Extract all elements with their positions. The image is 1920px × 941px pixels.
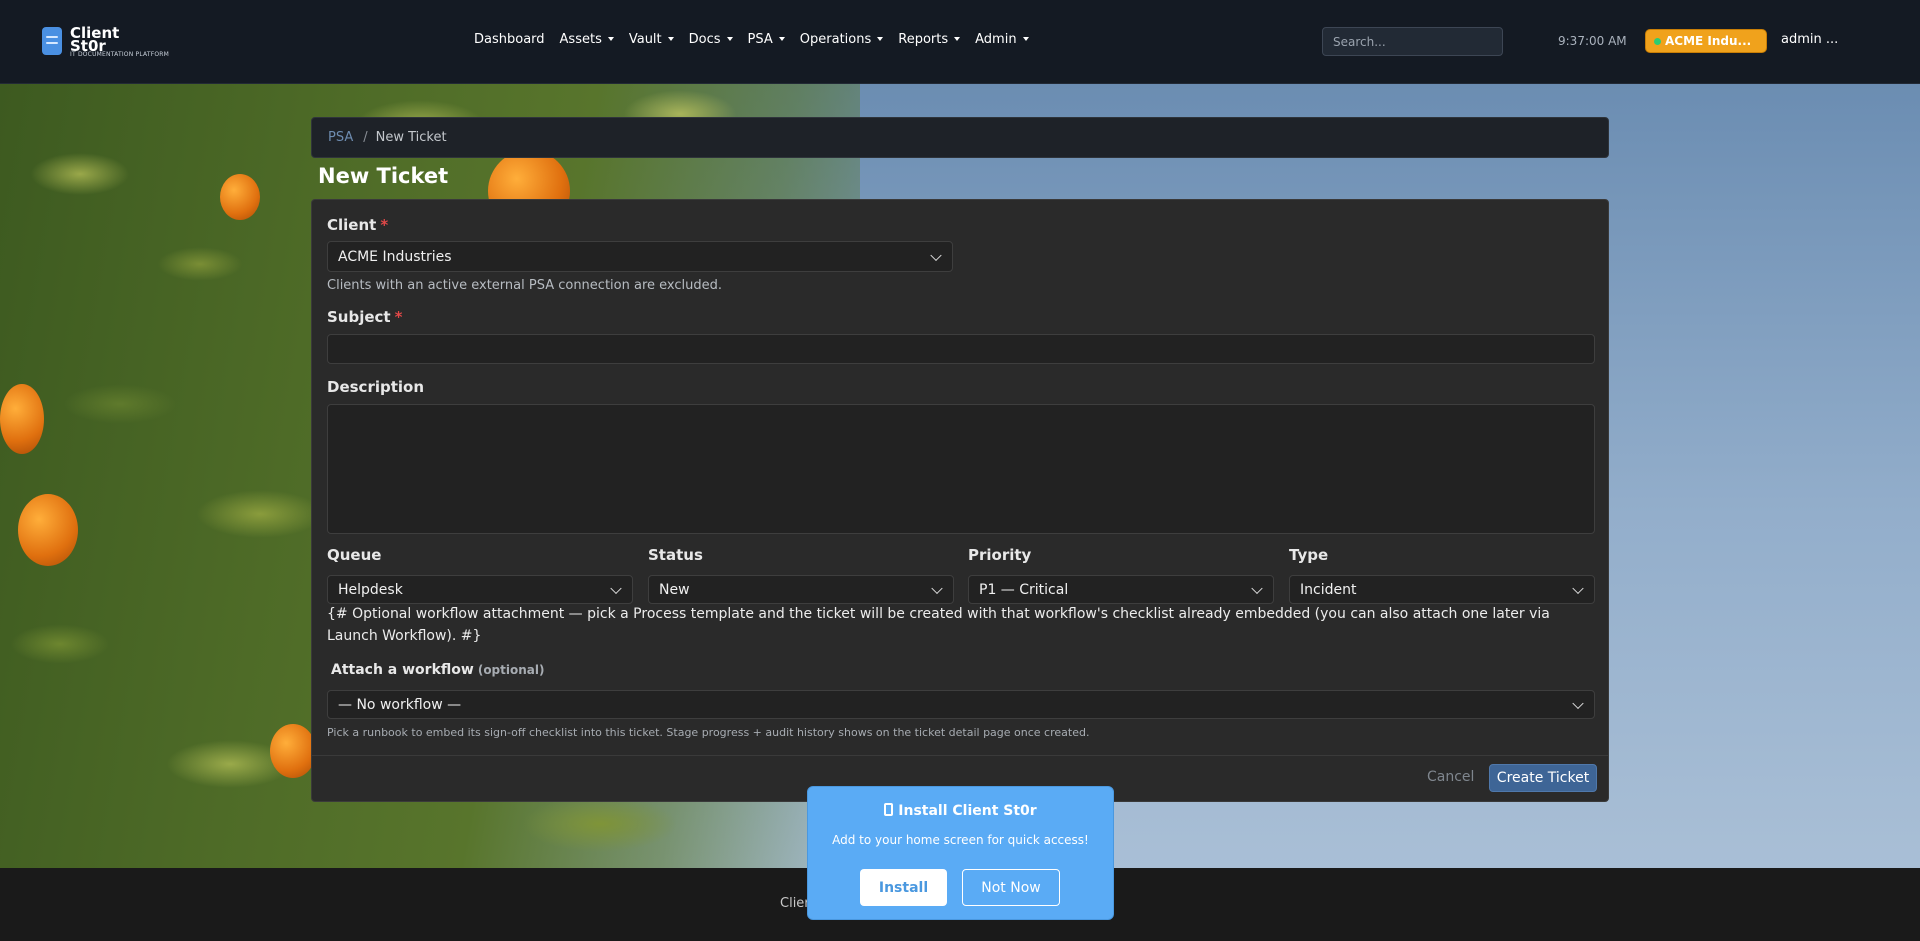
nav-vault[interactable]: Vault	[629, 32, 674, 47]
subject-label: Subject *	[327, 308, 403, 326]
caret-down-icon	[1022, 37, 1029, 41]
install-app-prompt: Install Client St0r Add to your home scr…	[807, 786, 1114, 920]
workflow-select[interactable]: — No workflow —	[327, 690, 1595, 719]
brand-name: Client St0r	[70, 26, 130, 54]
workflow-label: Attach a workflow (optional)	[331, 662, 545, 678]
queue-select[interactable]: Helpdesk	[327, 575, 633, 604]
client-select-value: ACME Industries	[338, 248, 452, 265]
chevron-down-icon	[931, 582, 943, 594]
clock: 9:37:00 AM	[1558, 34, 1627, 48]
brand-tagline: IT DOCUMENTATION PLATFORM	[70, 51, 170, 58]
queue-select-value: Helpdesk	[338, 581, 403, 598]
description-label: Description	[327, 378, 425, 396]
orange-fruit	[220, 174, 260, 220]
caret-down-icon	[726, 37, 733, 41]
required-mark: *	[394, 308, 403, 326]
breadcrumb-separator: /	[363, 130, 368, 145]
page-title: New Ticket	[318, 164, 449, 188]
type-select[interactable]: Incident	[1289, 575, 1595, 604]
client-select[interactable]: ACME Industries	[327, 241, 953, 272]
nav-operations[interactable]: Operations	[800, 32, 884, 47]
brand[interactable]: Client St0r IT DOCUMENTATION PLATFORM	[42, 26, 169, 58]
status-select[interactable]: New	[648, 575, 954, 604]
install-prompt-title: Install Client St0r	[808, 803, 1113, 819]
required-mark: *	[380, 216, 389, 234]
nav-admin[interactable]: Admin	[975, 32, 1029, 47]
chevron-down-icon	[610, 582, 622, 594]
caret-down-icon	[954, 37, 961, 41]
status-dot-icon	[1654, 37, 1661, 45]
client-help-text: Clients with an active external PSA conn…	[327, 278, 723, 293]
tenant-switcher[interactable]: ACME Indu...	[1645, 29, 1767, 53]
footer-text-left: Clier	[780, 896, 810, 911]
subject-input[interactable]	[327, 334, 1595, 364]
caret-down-icon	[667, 37, 674, 41]
caret-down-icon	[877, 37, 884, 41]
nav-reports[interactable]: Reports	[898, 32, 961, 47]
nav-psa[interactable]: PSA	[748, 32, 785, 47]
not-now-button[interactable]: Not Now	[962, 869, 1060, 906]
chevron-down-icon	[1572, 582, 1584, 594]
search-input[interactable]	[1322, 27, 1503, 56]
top-navbar: Client St0r IT DOCUMENTATION PLATFORM Da…	[0, 0, 1920, 84]
workflow-select-value: — No workflow —	[338, 696, 462, 713]
chevron-down-icon	[1251, 582, 1263, 594]
create-ticket-button[interactable]: Create Ticket	[1489, 764, 1597, 792]
caret-down-icon	[607, 37, 614, 41]
type-select-value: Incident	[1300, 581, 1357, 598]
priority-label: Priority	[968, 546, 1032, 564]
breadcrumb-current: New Ticket	[375, 130, 447, 145]
status-label: Status	[648, 546, 703, 564]
breadcrumb: PSA / New Ticket	[311, 117, 1609, 158]
orange-fruit	[18, 494, 78, 566]
optional-hint: (optional)	[477, 663, 545, 677]
new-ticket-form: Client * ACME Industries Clients with an …	[311, 199, 1609, 802]
user-menu[interactable]: admin ...	[1781, 32, 1838, 47]
nav-dashboard[interactable]: Dashboard	[474, 32, 545, 47]
priority-select[interactable]: P1 — Critical	[968, 575, 1274, 604]
caret-down-icon	[778, 37, 785, 41]
mobile-phone-icon	[884, 803, 894, 816]
description-textarea[interactable]	[327, 404, 1595, 534]
cancel-button[interactable]: Cancel	[1427, 769, 1474, 785]
tenant-label: ACME Indu...	[1665, 34, 1752, 48]
main-nav: Dashboard Assets Vault Docs PSA Operatio…	[474, 32, 1044, 47]
chevron-down-icon	[1572, 697, 1584, 709]
breadcrumb-psa-link[interactable]: PSA	[328, 130, 353, 145]
type-label: Type	[1289, 546, 1329, 564]
install-button[interactable]: Install	[860, 869, 947, 906]
nav-docs[interactable]: Docs	[689, 32, 733, 47]
client-label: Client *	[327, 216, 389, 234]
status-select-value: New	[659, 581, 690, 598]
logo-icon	[42, 27, 62, 55]
template-comment-text: {# Optional workflow attachment — pick a…	[327, 606, 1550, 644]
priority-select-value: P1 — Critical	[979, 581, 1069, 598]
form-divider	[312, 755, 1608, 756]
workflow-help-text: Pick a runbook to embed its sign-off che…	[327, 726, 1090, 739]
orange-fruit	[270, 724, 316, 778]
queue-label: Queue	[327, 546, 382, 564]
chevron-down-icon	[930, 249, 942, 261]
orange-fruit	[0, 384, 44, 454]
nav-assets[interactable]: Assets	[560, 32, 614, 47]
install-prompt-subtitle: Add to your home screen for quick access…	[832, 833, 1089, 847]
